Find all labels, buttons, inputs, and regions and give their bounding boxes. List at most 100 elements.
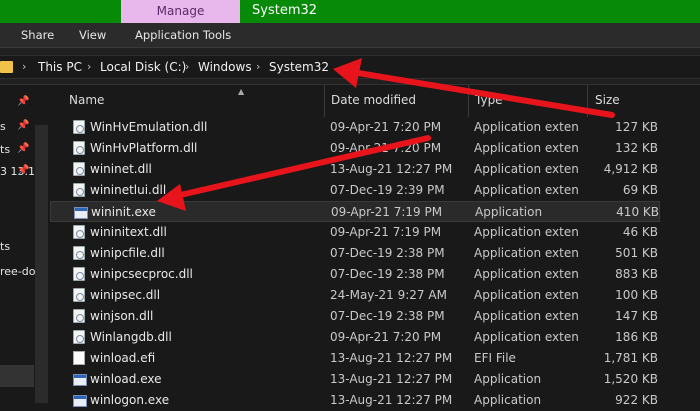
file-row[interactable]: winlogon.exe 13-Aug-21 12:27 PM Applicatio… — [50, 390, 660, 411]
dll-icon — [73, 309, 85, 323]
file-type: Application exten... — [474, 225, 578, 239]
file-size: 883 KB — [615, 267, 658, 281]
title-bar: Manage System32 — [0, 0, 700, 23]
pin-icon[interactable]: 📌 — [17, 96, 29, 107]
file-row[interactable]: winipcsecproc.dll 07-Dec-19 2:38 PM Applic… — [50, 264, 660, 285]
nav-selected-item[interactable] — [0, 365, 34, 387]
nav-scrollbar[interactable] — [35, 125, 48, 403]
file-name: wininitext.dll — [90, 225, 167, 239]
file-row[interactable]: WinHvEmulation.dll 09-Apr-21 7:20 PM Appli… — [50, 117, 660, 138]
chevron-right-icon[interactable]: › — [256, 56, 260, 78]
file-row[interactable]: WinHvPlatform.dll 09-Apr-21 7:20 PM Applic… — [50, 138, 660, 159]
file-name: WinHvPlatform.dll — [90, 141, 198, 155]
file-name: winjson.dll — [90, 309, 154, 323]
breadcrumb[interactable]: › This PC › Local Disk (C:) › Windows › … — [0, 55, 700, 79]
file-date-modified: 07-Dec-19 2:38 PM — [330, 309, 445, 323]
file-row[interactable]: wininet.dll 13-Aug-21 12:27 PM Application… — [50, 159, 660, 180]
breadcrumb-this-pc[interactable]: This PC — [38, 56, 82, 78]
pin-icon[interactable]: 📌 — [17, 165, 29, 176]
tab-share[interactable]: Share — [21, 23, 54, 47]
file-size: 1,520 KB — [603, 372, 658, 386]
tab-view[interactable]: View — [79, 23, 106, 47]
file-type: Application exten... — [474, 267, 578, 281]
file-row[interactable]: Winlangdb.dll 09-Apr-21 7:20 PM Applicatio… — [50, 327, 660, 348]
file-size: 1,781 KB — [603, 351, 658, 365]
nav-item-fragment[interactable]: ts — [0, 240, 10, 253]
file-size: 501 KB — [615, 246, 658, 260]
file-size: 922 KB — [615, 393, 658, 407]
file-date-modified: 13-Aug-21 12:27 PM — [330, 162, 453, 176]
file-size: 127 KB — [615, 120, 658, 134]
file-row[interactable]: winload.exe 13-Aug-21 12:27 PM Application… — [50, 369, 660, 390]
pin-icon[interactable]: 📌 — [17, 120, 29, 131]
file-date-modified: 13-Aug-21 12:27 PM — [330, 351, 453, 365]
column-divider[interactable] — [468, 85, 469, 117]
ribbon-tabs: Share View Application Tools — [0, 23, 700, 48]
chevron-right-icon[interactable]: › — [22, 56, 26, 78]
file-row[interactable]: wininit.exe 09-Apr-21 7:19 PM Application 4… — [50, 201, 660, 222]
breadcrumb-local-disk[interactable]: Local Disk (C:) — [100, 56, 186, 78]
file-type: Application — [474, 393, 542, 407]
file-type: Application — [475, 205, 543, 219]
column-divider[interactable] — [324, 85, 325, 117]
nav-item-fragment[interactable]: ts — [0, 143, 10, 156]
file-type: Application exten... — [474, 288, 578, 302]
file-size: 410 KB — [616, 205, 659, 219]
column-size[interactable]: Size — [595, 93, 620, 107]
column-date-modified[interactable]: Date modified — [331, 93, 416, 107]
dll-icon — [73, 225, 85, 239]
file-date-modified: 09-Apr-21 7:20 PM — [330, 141, 442, 155]
file-name: winload.exe — [90, 372, 162, 386]
file-name: winipsec.dll — [90, 288, 161, 302]
breadcrumb-system32[interactable]: System32 — [269, 56, 329, 78]
file-date-modified: 09-Apr-21 7:20 PM — [330, 120, 442, 134]
file-type: Application exten... — [474, 141, 578, 155]
column-name[interactable]: Name — [69, 93, 104, 107]
file-name: winipcsecproc.dll — [90, 267, 193, 281]
file-date-modified: 07-Dec-19 2:38 PM — [330, 267, 445, 281]
empty-column-area — [660, 85, 700, 403]
tab-application-tools[interactable]: Application Tools — [135, 23, 231, 47]
file-row[interactable]: winipcfile.dll 07-Dec-19 2:38 PM Applicati… — [50, 243, 660, 264]
file-row[interactable]: winipsec.dll 24-May-21 9:27 AM Application… — [50, 285, 660, 306]
file-size: 100 KB — [615, 288, 658, 302]
dll-icon — [73, 120, 85, 134]
file-type: Application exten... — [474, 246, 578, 260]
file-name: WinHvEmulation.dll — [90, 120, 208, 134]
file-size: 69 KB — [622, 183, 658, 197]
file-type: Application exten... — [474, 330, 578, 344]
dll-icon — [73, 141, 85, 155]
file-row[interactable]: winjson.dll 07-Dec-19 2:38 PM Application … — [50, 306, 660, 327]
pin-icon[interactable]: 📌 — [17, 143, 29, 154]
file-date-modified: 09-Apr-21 7:20 PM — [330, 330, 442, 344]
dll-icon — [73, 330, 85, 344]
column-type[interactable]: Type — [475, 93, 503, 107]
file-type: Application — [474, 372, 542, 386]
file-row[interactable]: winload.efi 13-Aug-21 12:27 PM EFI File 1,7… — [50, 348, 660, 369]
chevron-right-icon[interactable]: › — [185, 56, 189, 78]
address-bar: › This PC › Local Disk (C:) › Windows › … — [0, 48, 700, 85]
column-header: ▲ Name Date modified Type Size — [50, 85, 660, 117]
breadcrumb-windows[interactable]: Windows — [198, 56, 252, 78]
file-name: Winlangdb.dll — [90, 330, 172, 344]
file-name: winlogon.exe — [90, 393, 170, 407]
nav-item-fragment[interactable]: ree-do — [0, 265, 36, 278]
file-size: 46 KB — [622, 225, 658, 239]
file-name: winipcfile.dll — [90, 246, 165, 260]
file-row[interactable]: wininitext.dll 09-Apr-21 7:19 PM Applicati… — [50, 222, 660, 243]
file-type: Application exten... — [474, 120, 578, 134]
window-title: System32 — [252, 3, 318, 18]
file-row[interactable]: wininetlui.dll 07-Dec-19 2:39 PM Applicati… — [50, 180, 660, 201]
chevron-right-icon[interactable]: › — [87, 56, 91, 78]
file-list: WinHvEmulation.dll 09-Apr-21 7:20 PM Appli… — [50, 117, 660, 407]
sort-ascending-icon: ▲ — [238, 87, 245, 96]
file-name: winload.efi — [90, 351, 156, 365]
column-divider[interactable] — [587, 85, 588, 117]
nav-item-fragment[interactable]: s — [0, 120, 6, 133]
file-date-modified: 13-Aug-21 12:27 PM — [330, 372, 453, 386]
dll-icon — [73, 288, 85, 302]
manage-tab[interactable]: Manage — [121, 0, 240, 23]
efi-icon — [73, 351, 85, 365]
file-type: EFI File — [474, 351, 516, 365]
file-size: 147 KB — [615, 309, 658, 323]
